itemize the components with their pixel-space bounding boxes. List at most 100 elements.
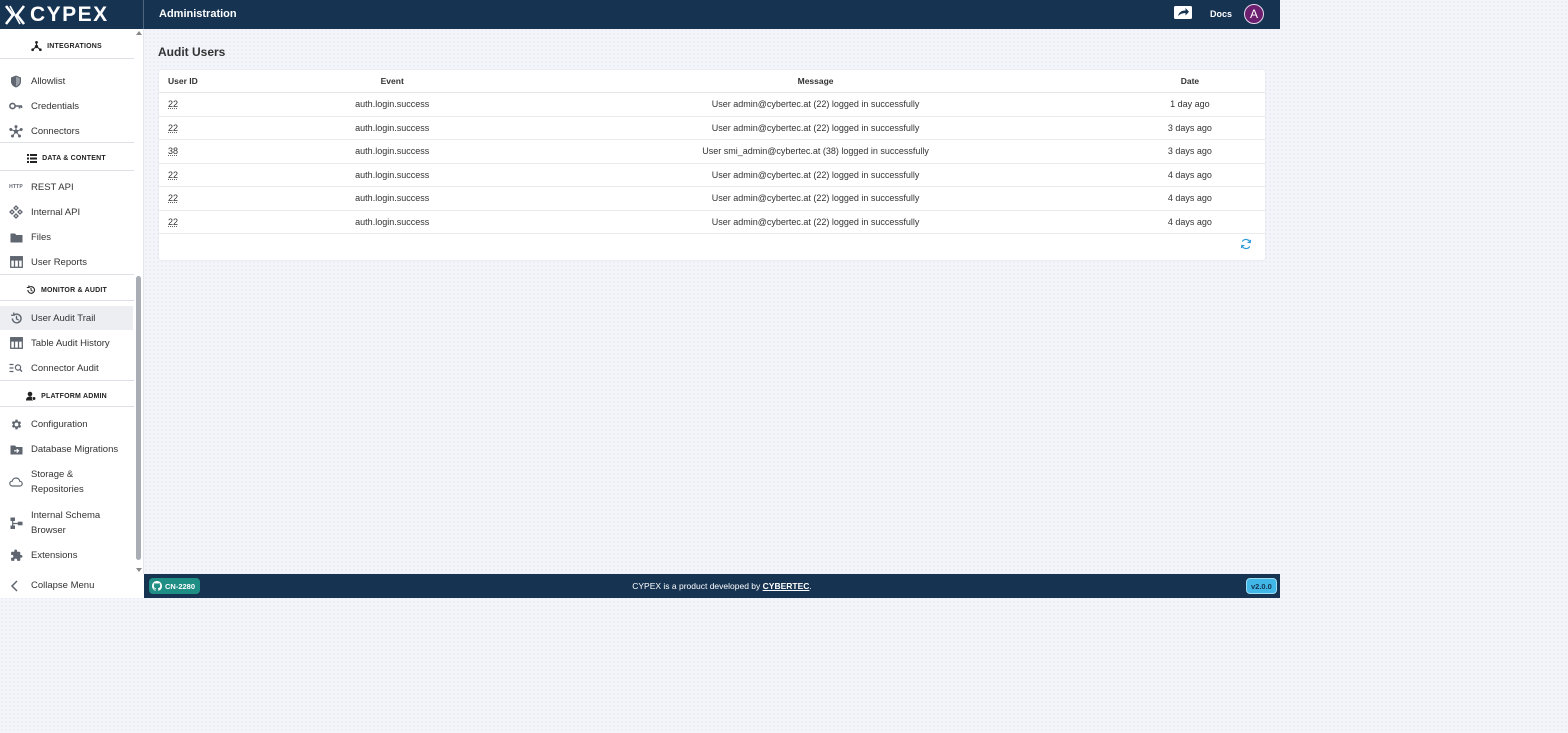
message-cell: User smi_admin@cybertec.at (38) logged i… [516, 139, 1115, 164]
section-monitor-audit: MONITOR & AUDIT [0, 285, 133, 295]
admin-icon [26, 391, 37, 401]
section-platform-admin-label: PLATFORM ADMIN [41, 392, 107, 400]
table-row: 22 auth.login.success User admin@cyberte… [159, 116, 1265, 140]
drive-file-move-icon [9, 442, 23, 456]
user-id-link[interactable]: 22 [168, 99, 178, 109]
sidebar-item-extensions[interactable]: Extensions [0, 545, 133, 565]
user-id-link[interactable]: 22 [168, 170, 178, 180]
hub-icon [9, 124, 23, 138]
sidebar-item-label: Database Migrations [31, 443, 119, 455]
column-header-user-id[interactable]: User ID [159, 70, 269, 93]
sidebar-item-connector-audit[interactable]: Connector Audit [0, 358, 133, 378]
sidebar: INTEGRATIONS Allowlist Credentials Conne… [0, 29, 144, 574]
share-button[interactable] [1172, 5, 1193, 25]
sidebar-item-credentials[interactable]: Credentials [0, 96, 133, 116]
section-platform-admin: PLATFORM ADMIN [0, 391, 133, 401]
date-cell: 3 days ago [1114, 139, 1265, 164]
column-header-message[interactable]: Message [516, 70, 1115, 93]
sidebar-item-allowlist[interactable]: Allowlist [0, 71, 133, 91]
message-cell: User admin@cybertec.at (22) logged in su… [516, 210, 1115, 234]
sidebar-item-label: Internal API [31, 206, 81, 218]
sidebar-item-internal-schema-browser[interactable]: Internal Schema Browser [0, 507, 133, 539]
footer-credit: CYPEX is a product developed by CYBERTEC… [144, 581, 1300, 591]
collapse-menu-label: Collapse Menu [31, 580, 95, 591]
refresh-button[interactable] [1239, 237, 1253, 255]
app-version-badge: v2.0.0 [1246, 578, 1277, 594]
sidebar-item-database-migrations[interactable]: Database Migrations [0, 439, 133, 459]
user-id-link[interactable]: 22 [168, 123, 178, 133]
section-divider [0, 380, 134, 381]
table-row: 38 auth.login.success User smi_admin@cyb… [159, 139, 1265, 164]
sidebar-item-storage-repositories[interactable]: Storage & Repositories [0, 466, 133, 498]
share-icon [1173, 5, 1193, 25]
scrollbar-thumb[interactable] [136, 276, 141, 560]
gear-icon [9, 417, 23, 431]
sidebar-item-table-audit-history[interactable]: Table Audit History [0, 333, 133, 353]
table-row: 22 auth.login.success User admin@cyberte… [159, 92, 1265, 117]
sidebar-item-configuration[interactable]: Configuration [0, 414, 133, 434]
table-row: 22 auth.login.success User admin@cyberte… [159, 163, 1265, 187]
section-integrations-label: INTEGRATIONS [47, 43, 102, 50]
sidebar-item-internal-api[interactable]: Internal API [0, 202, 133, 222]
collapse-menu-button[interactable]: Collapse Menu [0, 574, 144, 598]
key-icon [9, 99, 23, 113]
user-id-link[interactable]: 38 [168, 146, 178, 156]
sidebar-item-label: User Reports [31, 256, 87, 268]
date-cell: 4 days ago [1114, 186, 1265, 211]
footer-credit-prefix: CYPEX is a product developed by [632, 581, 763, 591]
list-icon [27, 154, 38, 163]
header-divider [143, 0, 144, 29]
user-avatar[interactable]: A [1244, 4, 1264, 24]
event-cell: auth.login.success [268, 92, 517, 117]
event-cell: auth.login.success [268, 210, 517, 234]
user-id-link[interactable]: 22 [168, 193, 178, 203]
cypex-logo-icon [0, 0, 30, 29]
user-id-link[interactable]: 22 [168, 217, 178, 227]
message-cell: User admin@cybertec.at (22) logged in su… [516, 163, 1115, 187]
sidebar-item-label: Allowlist [31, 75, 66, 87]
sidebar-item-user-audit-trail[interactable]: User Audit Trail [0, 306, 133, 330]
column-header-date[interactable]: Date [1114, 70, 1265, 93]
docs-link[interactable]: Docs [1210, 9, 1232, 19]
sidebar-item-label: Table Audit History [31, 337, 110, 349]
cloud-icon [9, 475, 23, 489]
sidebar-item-user-reports[interactable]: User Reports [0, 252, 133, 272]
date-cell: 3 days ago [1114, 116, 1265, 140]
history-icon [26, 285, 36, 295]
sidebar-item-label: User Audit Trail [31, 312, 96, 324]
message-cell: User admin@cybertec.at (22) logged in su… [516, 116, 1115, 140]
section-divider [0, 274, 134, 275]
integrations-icon [31, 41, 42, 52]
audit-users-table: User ID Event Message Date 22 auth.login… [159, 70, 1265, 234]
message-cell: User admin@cybertec.at (22) logged in su… [516, 186, 1115, 211]
section-divider [0, 142, 134, 143]
table-row: 22 auth.login.success User admin@cyberte… [159, 186, 1265, 211]
scroll-up-arrow-icon[interactable] [136, 31, 142, 35]
sidebar-item-connectors[interactable]: Connectors [0, 121, 133, 141]
sidebar-item-label: Repositories [31, 484, 84, 495]
schema-icon [9, 516, 23, 530]
cybertec-link[interactable]: CYBERTEC [763, 581, 810, 591]
event-cell: auth.login.success [268, 139, 517, 164]
table-icon [9, 255, 23, 269]
app-root: CYPEX Administration Docs A INTEGRATIONS [0, 0, 1280, 598]
sidebar-item-label: Extensions [31, 549, 78, 561]
logo[interactable]: CYPEX [0, 0, 144, 29]
sidebar-item-label: Credentials [31, 100, 80, 112]
footer: CN-2280 CYPEX is a product developed by … [144, 574, 1280, 598]
event-cell: auth.login.success [268, 163, 517, 187]
shield-icon [9, 74, 23, 88]
manage-search-icon [9, 361, 23, 375]
refresh-icon [1240, 237, 1252, 255]
puzzle-icon [9, 548, 23, 562]
sidebar-item-files[interactable]: Files [0, 227, 133, 247]
sidebar-scrollbar[interactable] [134, 29, 144, 574]
scroll-down-arrow-icon[interactable] [136, 568, 142, 572]
date-cell: 1 day ago [1114, 92, 1265, 117]
sidebar-item-rest-api[interactable]: HTTP REST API [0, 177, 133, 197]
date-cell: 4 days ago [1114, 210, 1265, 234]
logo-text: CYPEX [30, 2, 109, 26]
top-bar: CYPEX Administration Docs A [0, 0, 1280, 29]
sidebar-item-label: Connectors [31, 125, 80, 137]
column-header-event[interactable]: Event [268, 70, 517, 93]
